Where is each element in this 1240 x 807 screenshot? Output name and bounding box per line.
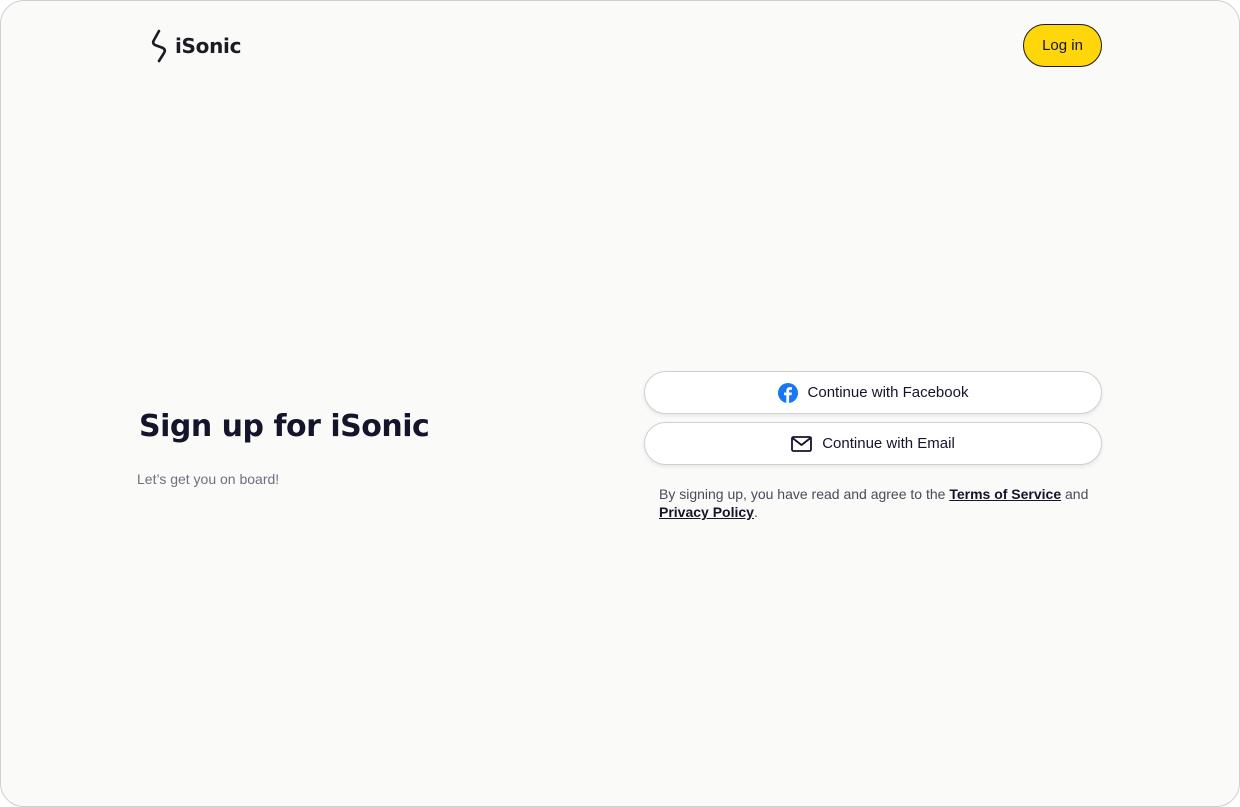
isonic-logo-icon [151,29,169,63]
terms-of-service-link[interactable]: Terms of Service [949,486,1061,502]
page-subtitle: Let’s get you on board! [137,471,280,487]
continue-with-facebook-button[interactable]: Continue with Facebook [644,371,1102,414]
login-button[interactable]: Log in [1023,24,1102,67]
privacy-policy-link[interactable]: Privacy Policy [659,504,754,520]
brand-logo[interactable]: iSonic [151,29,241,63]
continue-with-email-button[interactable]: Continue with Email [644,422,1102,465]
brand-name: iSonic [175,34,242,58]
legal-middle: and [1061,486,1089,502]
page-title: Sign up for iSonic [139,409,430,444]
facebook-button-label: Continue with Facebook [807,384,969,401]
facebook-icon [777,382,798,403]
legal-notice: By signing up, you have read and agree t… [659,485,1099,521]
mail-icon [791,435,813,452]
legal-suffix: . [753,504,758,520]
email-button-label: Continue with Email [822,435,955,452]
app-window: iSonic Log in Sign up for iSonic Let’s g… [0,0,1240,807]
legal-prefix: By signing up, you have read and agree t… [659,486,950,502]
